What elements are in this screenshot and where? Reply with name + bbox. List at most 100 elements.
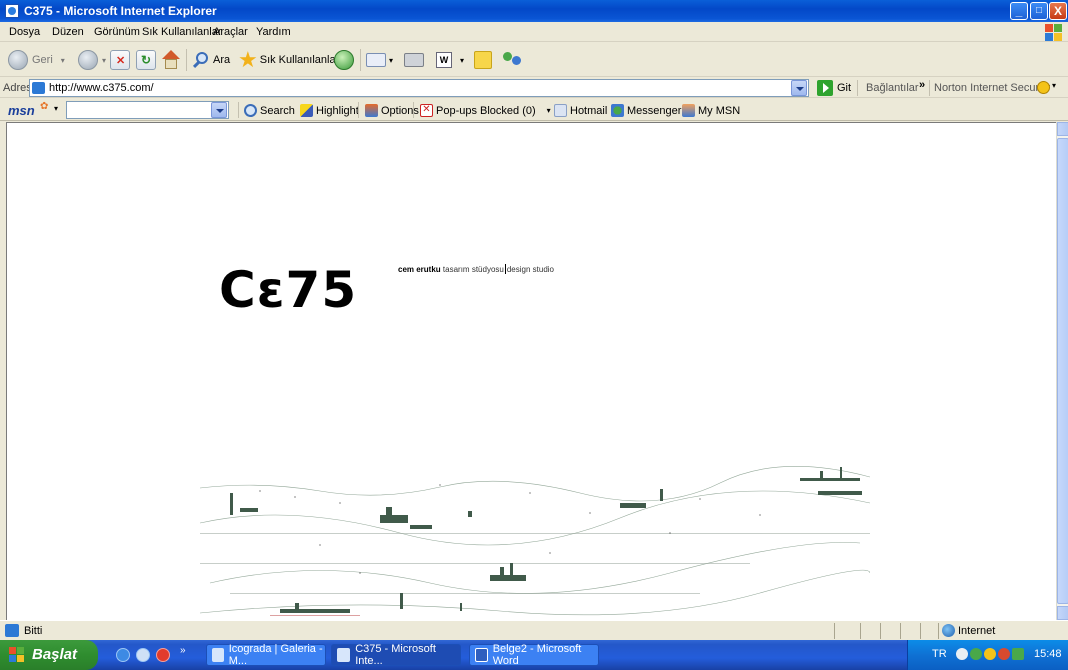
messenger-button[interactable] — [502, 49, 524, 71]
back-dropdown-icon[interactable]: ▾ — [61, 56, 65, 65]
menu-bar: Dosya Düzen Görünüm Sık Kullanılanlar Ar… — [0, 22, 1068, 42]
hotmail-button[interactable]: Hotmail — [554, 104, 607, 117]
links-label[interactable]: Bağlantılar — [866, 82, 919, 94]
menu-tools[interactable]: Araçlar — [213, 26, 248, 38]
forward-button[interactable]: ▾ — [78, 49, 106, 71]
c375-logo[interactable]: Cε75 — [219, 265, 357, 315]
back-label: Geri — [32, 54, 53, 66]
vertical-scrollbar[interactable] — [1056, 122, 1068, 620]
scroll-up-button[interactable] — [1057, 122, 1068, 136]
windows-logo-icon — [1044, 23, 1062, 41]
mymsn-label: My MSN — [698, 104, 741, 117]
security-zone: Internet — [958, 625, 996, 637]
back-button[interactable]: Geri ▾ — [8, 49, 65, 71]
start-label: Başlat — [32, 646, 78, 663]
mail-dropdown-icon[interactable]: ▾ — [389, 56, 393, 65]
address-bar: Adres http://www.c375.com/ Git Bağlantıl… — [0, 78, 1068, 98]
ie-app-icon[interactable] — [5, 4, 19, 18]
norton-icon[interactable] — [1037, 81, 1050, 94]
search-icon — [192, 51, 210, 69]
quicklaunch-media-icon[interactable] — [156, 648, 170, 662]
msn-dropdown-icon[interactable]: ▾ — [54, 104, 58, 113]
scroll-down-button[interactable] — [1057, 606, 1068, 620]
edit-dropdown-icon[interactable]: ▾ — [460, 56, 464, 65]
language-indicator[interactable]: TR — [932, 648, 947, 660]
ie-page-icon — [5, 624, 19, 637]
scroll-thumb[interactable] — [1057, 138, 1068, 604]
standard-toolbar: Geri ▾ ▾ ✕ ↻ Ara ★ Sık Kullanılanlar ▾ W… — [0, 43, 1068, 77]
tray-messenger-icon[interactable] — [970, 648, 982, 660]
norton-dropdown-icon[interactable]: ▾ — [1052, 81, 1056, 90]
menu-favorites[interactable]: Sık Kullanılanlar — [142, 26, 222, 38]
tagline-english: design studio — [506, 265, 554, 274]
favorites-button[interactable]: ★ Sık Kullanılanlar — [238, 49, 339, 71]
maximize-button[interactable]: □ — [1030, 2, 1048, 20]
tray-volume-icon[interactable] — [956, 648, 968, 660]
start-button[interactable]: Başlat — [0, 640, 98, 670]
messenger-label: Messenger — [627, 104, 682, 117]
mymsn-button[interactable]: My MSN — [682, 104, 740, 117]
close-button[interactable]: X — [1049, 2, 1067, 20]
history-button[interactable] — [334, 49, 354, 71]
msn-search-input[interactable] — [66, 101, 229, 119]
menu-file[interactable]: Dosya — [9, 26, 40, 38]
norton-label[interactable]: Norton Internet Security — [934, 82, 1050, 94]
msn-search-dropdown[interactable] — [211, 102, 227, 118]
messenger-icon — [611, 104, 624, 117]
clock[interactable]: 15:48 — [1034, 648, 1062, 660]
menu-edit[interactable]: Düzen — [52, 26, 84, 38]
menu-help[interactable]: Yardım — [256, 26, 291, 38]
minimize-button[interactable]: _ — [1010, 2, 1028, 20]
windows-flag-icon — [9, 647, 25, 663]
home-button[interactable] — [160, 49, 180, 71]
discuss-button[interactable] — [474, 49, 492, 71]
quicklaunch-ie-icon[interactable] — [116, 648, 130, 662]
popups-blocked-button[interactable]: ✕ Pop-ups Blocked (0) ▾ — [420, 104, 551, 117]
address-url[interactable]: http://www.c375.com/ — [49, 82, 154, 94]
messenger-link[interactable]: Messenger — [611, 104, 681, 117]
popups-dropdown-icon[interactable]: ▾ — [547, 106, 551, 115]
bosphorus-panorama-image — [200, 466, 870, 616]
tray-safely-remove-icon[interactable] — [1012, 648, 1024, 660]
messenger-buddies-icon — [502, 50, 524, 70]
print-button[interactable] — [404, 49, 424, 71]
refresh-button[interactable]: ↻ — [136, 49, 156, 71]
star-icon: ★ — [238, 47, 258, 72]
task-c375[interactable]: C375 - Microsoft Inte... — [331, 643, 461, 667]
msn-butterfly-icon: ✿ — [40, 101, 49, 112]
page-viewport: Cε75 cem erutku tasarım stüdyosu design s… — [6, 122, 1056, 620]
chevron-more-icon[interactable]: » — [919, 79, 925, 91]
quicklaunch-more-icon[interactable]: » — [180, 645, 186, 656]
print-icon — [404, 53, 424, 67]
forward-dropdown-icon[interactable]: ▾ — [102, 56, 106, 65]
msn-search-button[interactable]: Search ▾ — [244, 104, 308, 117]
go-button[interactable]: Git — [837, 82, 851, 94]
highlight-button[interactable]: Highlight — [300, 104, 359, 117]
address-dropdown-button[interactable] — [791, 80, 807, 96]
task-label: Belge2 - Microsoft Word — [492, 643, 582, 667]
stop-button[interactable]: ✕ — [110, 49, 130, 71]
ie-task-icon — [337, 648, 351, 662]
mail-button[interactable]: ▾ — [366, 49, 393, 71]
address-input[interactable]: http://www.c375.com/ — [29, 79, 809, 97]
menu-view[interactable]: Görünüm — [94, 26, 140, 38]
msn-logo[interactable]: msn — [8, 103, 35, 118]
task-label: Icograda | Galeria - M... — [228, 643, 323, 667]
go-arrow-icon[interactable] — [817, 80, 833, 96]
edit-button[interactable]: W ▾ — [436, 49, 464, 71]
quicklaunch-desktop-icon[interactable] — [136, 648, 150, 662]
refresh-icon: ↻ — [136, 50, 156, 70]
options-icon — [365, 104, 378, 117]
msn-search-label: Search — [260, 104, 295, 117]
task-word[interactable]: Belge2 - Microsoft Word — [469, 643, 599, 667]
hotmail-envelope-icon — [554, 104, 567, 117]
tray-norton-icon[interactable] — [984, 648, 996, 660]
title-bar[interactable]: C375 - Microsoft Internet Explorer _ □ X — [0, 0, 1068, 22]
tagline-turkish: tasarım stüdyosu — [442, 265, 504, 274]
search-button[interactable]: Ara — [192, 49, 230, 71]
popup-blocker-icon: ✕ — [420, 104, 433, 117]
options-button[interactable]: Options — [365, 104, 419, 117]
status-text: Bitti — [24, 625, 43, 637]
tray-network-icon[interactable] — [998, 648, 1010, 660]
task-icograda[interactable]: Icograda | Galeria - M... — [206, 643, 326, 667]
